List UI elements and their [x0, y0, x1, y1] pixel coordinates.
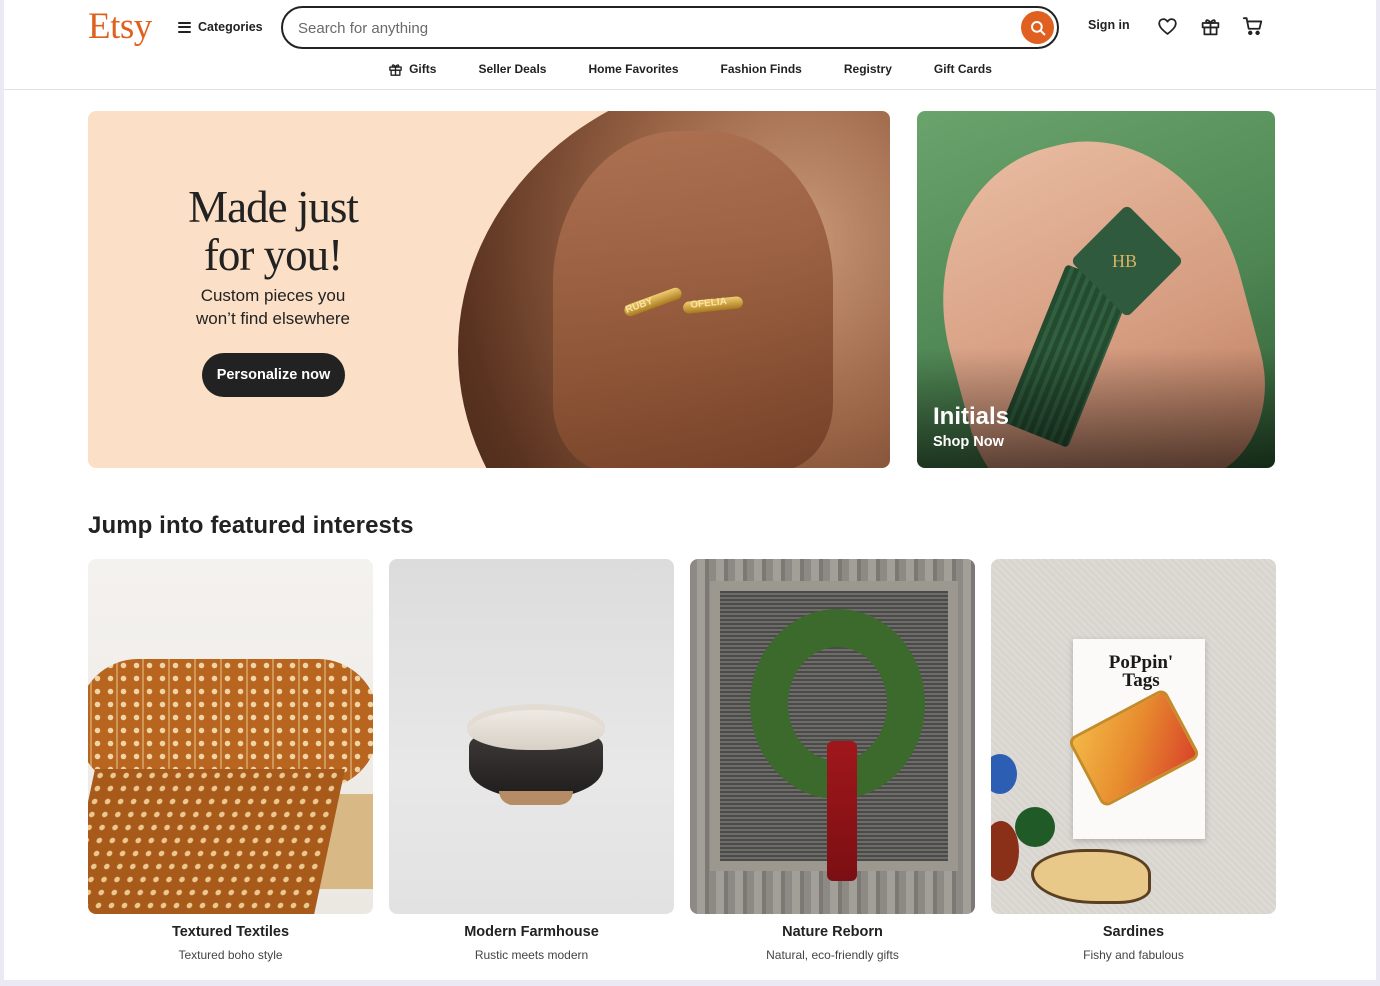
- card-title: Nature Reborn: [782, 924, 883, 940]
- card-title: Sardines: [1102, 924, 1165, 940]
- hero-subtitle: Custom pieces you won’t find elsewhere: [148, 284, 398, 330]
- card-image: [389, 559, 674, 914]
- featured-card-nature-reborn[interactable]: Nature Reborn Natural, eco-friendly gift…: [690, 559, 975, 969]
- promo-shop-now[interactable]: Shop Now: [933, 434, 1004, 450]
- hero-banner: RUBY OFELIA Made just for you! Custom pi…: [88, 111, 890, 468]
- etsy-homepage: Etsy Categories Sign in: [4, 0, 1376, 980]
- etsy-logo[interactable]: Etsy: [88, 5, 152, 48]
- nav-item-gifts[interactable]: Gifts: [388, 58, 436, 80]
- card-subtitle: Rustic meets modern: [474, 948, 589, 962]
- cart-button[interactable]: [1241, 14, 1265, 38]
- site-header: Etsy Categories Sign in: [4, 0, 1376, 90]
- card-subtitle: Natural, eco-friendly gifts: [766, 948, 899, 962]
- search-bar: [281, 6, 1059, 49]
- personalize-now-button[interactable]: Personalize now: [202, 353, 345, 397]
- featured-card-sardines[interactable]: PoPpin' Tags Sardines Fishy and fabulous: [991, 559, 1276, 969]
- featured-card-textured-textiles[interactable]: Textured Textiles Textured boho style: [88, 559, 373, 969]
- ring-text-ofelia: OFELIA: [690, 296, 728, 311]
- card-title: Modern Farmhouse: [464, 924, 599, 940]
- hero-title-line: for you!: [203, 230, 343, 280]
- categories-label: Categories: [198, 20, 263, 34]
- card-image: [88, 559, 373, 914]
- nav-item-gift-cards[interactable]: Gift Cards: [934, 58, 992, 80]
- search-button[interactable]: [1021, 11, 1054, 44]
- nav-label: Gifts: [409, 62, 437, 76]
- nav-label: Fashion Finds: [720, 62, 802, 76]
- blue-disc: [991, 754, 1017, 794]
- white-bowl: [467, 704, 605, 750]
- hamburger-icon: [178, 21, 191, 33]
- nav-item-seller-deals[interactable]: Seller Deals: [478, 58, 546, 80]
- search-icon: [1030, 20, 1045, 35]
- gift-mode-button[interactable]: [1198, 14, 1222, 38]
- featured-interests-heading: Jump into featured interests: [88, 512, 414, 539]
- bowl-foot: [499, 791, 573, 805]
- nav-label: Seller Deals: [478, 62, 547, 76]
- nav-item-home-favorites[interactable]: Home Favorites: [588, 58, 678, 80]
- red-ribbon: [827, 741, 857, 881]
- search-input[interactable]: [298, 17, 998, 39]
- nav-label: Home Favorites: [588, 62, 679, 76]
- card-subtitle: Fishy and fabulous: [1083, 948, 1184, 962]
- ring-text-overlay: RUBY OFELIA: [624, 296, 728, 316]
- cream-shape: [1031, 849, 1151, 904]
- nav-label: Registry: [843, 62, 892, 76]
- pin-brand-text: PoPpin' Tags: [1108, 652, 1174, 691]
- nav-item-registry[interactable]: Registry: [844, 58, 892, 80]
- featured-card-modern-farmhouse[interactable]: Modern Farmhouse Rustic meets modern: [389, 559, 674, 969]
- initials-promo-card[interactable]: HB Initials Shop Now: [917, 111, 1275, 468]
- nav-item-fashion-finds[interactable]: Fashion Finds: [721, 58, 802, 80]
- hero-title-line: Made just: [188, 182, 359, 232]
- card-image: PoPpin' Tags: [991, 559, 1276, 914]
- promo-title: Initials: [933, 403, 1010, 430]
- heart-icon: [1157, 17, 1177, 35]
- categories-button[interactable]: Categories: [178, 16, 263, 38]
- nav-label: Gift Cards: [933, 62, 992, 76]
- card-image: [690, 559, 975, 914]
- card-title: Textured Textiles: [171, 924, 290, 940]
- draped-textile: [88, 769, 346, 914]
- monogram-text: HB: [1112, 251, 1138, 271]
- green-disc: [1015, 807, 1055, 847]
- card-subtitle: Textured boho style: [178, 948, 283, 962]
- sign-in-link[interactable]: Sign in: [1088, 18, 1130, 32]
- hero-subtitle-line: won’t find elsewhere: [195, 309, 351, 328]
- hero-subtitle-line: Custom pieces you: [200, 286, 346, 305]
- gift-icon: [1201, 18, 1219, 35]
- gift-icon: [389, 63, 402, 76]
- cart-icon: [1242, 17, 1263, 36]
- ring-text-ruby: RUBY: [624, 296, 655, 316]
- hero-title: Made just for you!: [148, 183, 398, 279]
- category-nav: Gifts Seller Deals Home Favorites Fashio…: [4, 58, 1376, 80]
- favorites-button[interactable]: [1155, 14, 1179, 38]
